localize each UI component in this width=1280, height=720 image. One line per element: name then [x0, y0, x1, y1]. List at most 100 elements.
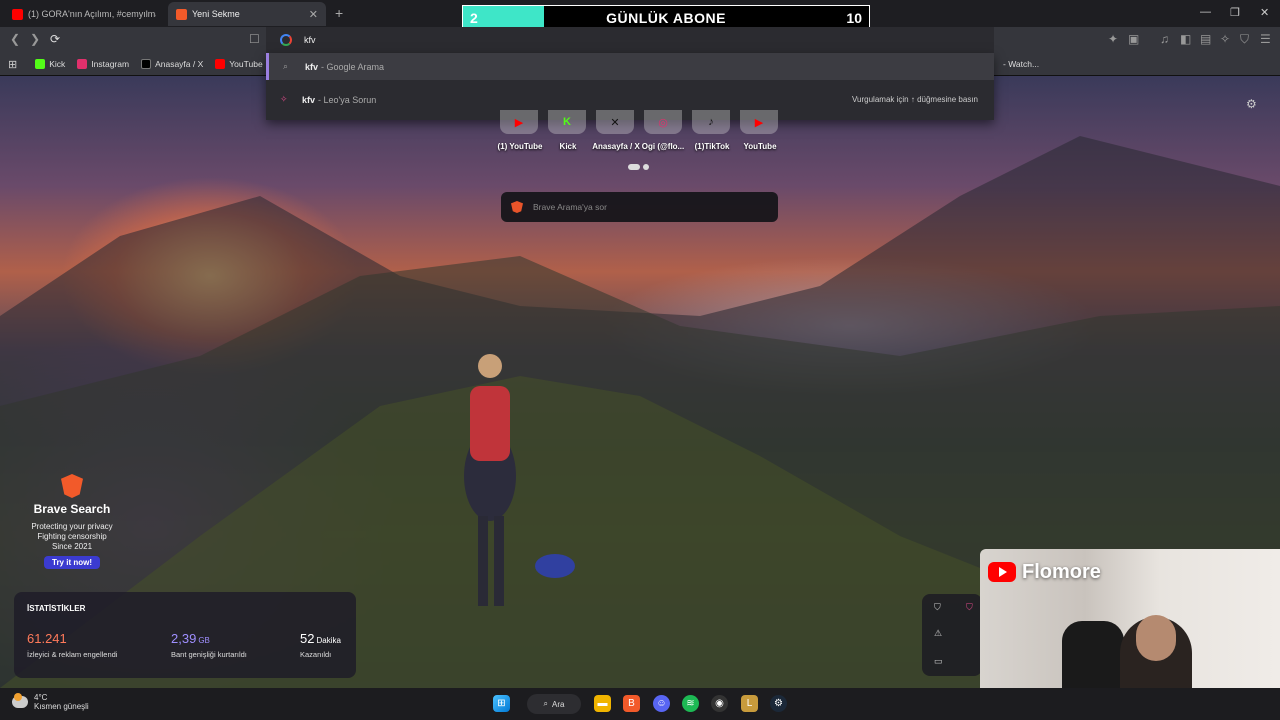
forward-icon[interactable]: ❯	[30, 32, 40, 46]
suggestion-query: kfv	[305, 61, 319, 72]
discord-icon[interactable]: ☺	[653, 695, 670, 712]
reload-icon[interactable]: ⟳	[50, 32, 60, 46]
spotify-icon[interactable]: ≋	[682, 695, 699, 712]
bookmark-instagram[interactable]: Instagram	[77, 59, 129, 69]
stat-unit: Dakika	[316, 636, 341, 645]
sidebar-icon[interactable]: ◧	[1180, 32, 1191, 46]
minimize-icon[interactable]: —	[1200, 6, 1211, 18]
promo-line: Since 2021	[51, 542, 93, 551]
windows-start-icon[interactable]: ⊞	[493, 695, 510, 712]
stat-desc: Bant genişliği kurtarıldı	[171, 650, 247, 659]
weather-widget[interactable]: 4°C Kısmen güneşli	[12, 693, 89, 711]
top-site-instagram[interactable]: ◎	[643, 110, 683, 134]
address-bar[interactable]: kfv	[266, 27, 994, 53]
back-icon[interactable]: ❮	[10, 32, 20, 46]
kick-icon: K	[548, 110, 586, 134]
top-site-tiktok[interactable]: ♪	[691, 110, 731, 134]
top-sites-pager[interactable]	[628, 164, 649, 170]
file-explorer-icon[interactable]: ▬	[594, 695, 611, 712]
bookmark-kick[interactable]: Kick	[35, 59, 65, 69]
stat-value: 52	[300, 631, 315, 646]
search-icon: ⌕	[543, 699, 549, 708]
top-site-kick[interactable]: K	[547, 110, 587, 134]
new-tab-plus-icon[interactable]: +	[335, 5, 343, 21]
address-input[interactable]: kfv	[304, 35, 316, 45]
extensions-icon[interactable]: ✦	[1108, 32, 1118, 46]
stat-value: 61.241	[27, 631, 67, 646]
suggestion-leo[interactable]: ✧ kfv - Leo'ya Sorun Vurgulamak için ↑ d…	[266, 86, 994, 113]
wallet2-icon[interactable]: ▤	[1200, 32, 1211, 46]
stat-value: 2,39	[171, 631, 197, 646]
x-icon: ✕	[596, 110, 634, 134]
streamer-head	[1136, 615, 1176, 661]
youtube-icon: ▶	[500, 110, 538, 134]
top-site-youtube-1[interactable]: ▶	[499, 110, 539, 134]
bookmark-icon[interactable]: ☐	[249, 32, 260, 46]
top-site-youtube-2[interactable]: ▶	[739, 110, 779, 134]
suggestion-hint: Vurgulamak için ↑ düğmesine basın	[852, 95, 978, 104]
instagram-icon	[77, 59, 88, 69]
x-icon	[141, 59, 152, 69]
kick-icon	[35, 59, 46, 69]
weather-temp: 4°C	[34, 693, 48, 702]
tiktok-icon: ♪	[692, 110, 730, 134]
stats-card: İSTATİSTİKLER 61.241 İzleyici & reklam e…	[14, 592, 356, 678]
stat-time-saved: 52 Dakika Kazanıldı	[300, 630, 341, 659]
menu-icon[interactable]: ☰	[1260, 32, 1271, 46]
music-icon[interactable]: ♫	[1160, 32, 1169, 46]
close-tab-icon[interactable]: ✕	[309, 8, 318, 21]
pager-dot[interactable]	[643, 164, 649, 170]
close-window-icon[interactable]: ✕	[1260, 6, 1269, 19]
stat-ads-blocked: 61.241 İzleyici & reklam engellendi	[27, 630, 117, 659]
maximize-icon[interactable]: ❐	[1230, 6, 1240, 19]
streamer-name: Flomore	[1022, 561, 1101, 583]
windows-taskbar: 4°C Kısmen güneşli ⊞ ⌕ Ara ▬ B ☺ ≋ ◉ L ⚙	[0, 688, 1280, 720]
top-site-label: Kick	[559, 142, 577, 151]
brave-browser-icon[interactable]: B	[623, 695, 640, 712]
weather-desc: Kısmen güneşli	[34, 702, 89, 711]
bookmark-label: Kick	[49, 59, 66, 69]
taskbar-search-label: Ara	[552, 699, 565, 709]
bookmark-label: YouTube	[229, 59, 263, 69]
shield-icon[interactable]: ⛉	[934, 602, 941, 613]
steam-icon[interactable]: ⚙	[770, 695, 787, 712]
taskbar-search[interactable]: ⌕ Ara	[527, 694, 581, 714]
brave-search-box[interactable]: Brave Arama'ya sor	[501, 192, 778, 222]
tab-label: (1) GORA'nın Açılımı, #cemyılmaz - Yo	[28, 9, 156, 19]
suggestion-source: - Google Arama	[321, 61, 385, 72]
subscriber-goal: 10	[846, 9, 862, 26]
promo-line: Protecting your privacy	[31, 522, 113, 531]
leo-ai-icon[interactable]: ✧	[1220, 32, 1230, 46]
apps-grid-icon[interactable]: ⊞	[8, 58, 17, 71]
tab-youtube[interactable]: (1) GORA'nın Açılımı, #cemyılmaz - Yo	[4, 2, 164, 26]
brave-favicon-icon	[176, 8, 187, 20]
promo-title: Brave Search	[33, 502, 111, 516]
warning-icon[interactable]: ⚠	[934, 628, 942, 639]
suggestion-source: - Leo'ya Sorun	[318, 94, 377, 105]
shield-pink-icon[interactable]: ⛉	[966, 602, 973, 613]
top-site-x[interactable]: ✕	[595, 110, 635, 134]
stat-unit: GB	[198, 636, 210, 645]
bookmark-label: Instagram	[91, 59, 130, 69]
suggestion-google[interactable]: ⌕ kfv - Google Arama	[266, 53, 994, 80]
top-site-label: Ogi (@flo...	[641, 142, 685, 151]
pager-dot-active[interactable]	[628, 164, 640, 170]
wallet-icon[interactable]: ▣	[1128, 32, 1139, 46]
brave-lion-icon	[511, 201, 523, 213]
shield-icon[interactable]: ⛉	[1240, 32, 1249, 47]
try-it-now-button[interactable]: Try it now!	[44, 556, 100, 569]
bookmark-overflow[interactable]: - Watch...	[1003, 59, 1039, 69]
top-site-label: (1)TikTok	[694, 142, 730, 151]
obs-icon[interactable]: ◉	[711, 695, 728, 712]
card-icon[interactable]: ▭	[934, 656, 943, 667]
bookmark-x[interactable]: Anasayfa / X	[141, 59, 203, 69]
stats-header: İSTATİSTİKLER	[27, 604, 86, 613]
search-icon: ⌕	[283, 61, 289, 71]
brave-lion-icon	[61, 474, 83, 498]
suggestion-query: kfv	[302, 94, 316, 105]
side-widget[interactable]: ⛉ ⛉ ⚠ ▭	[922, 594, 982, 676]
tab-new-tab[interactable]: Yeni Sekme ✕	[168, 2, 326, 26]
gear-icon[interactable]: ⚙	[1246, 97, 1257, 111]
league-icon[interactable]: L	[741, 695, 758, 712]
bookmark-youtube[interactable]: YouTube	[215, 59, 263, 69]
